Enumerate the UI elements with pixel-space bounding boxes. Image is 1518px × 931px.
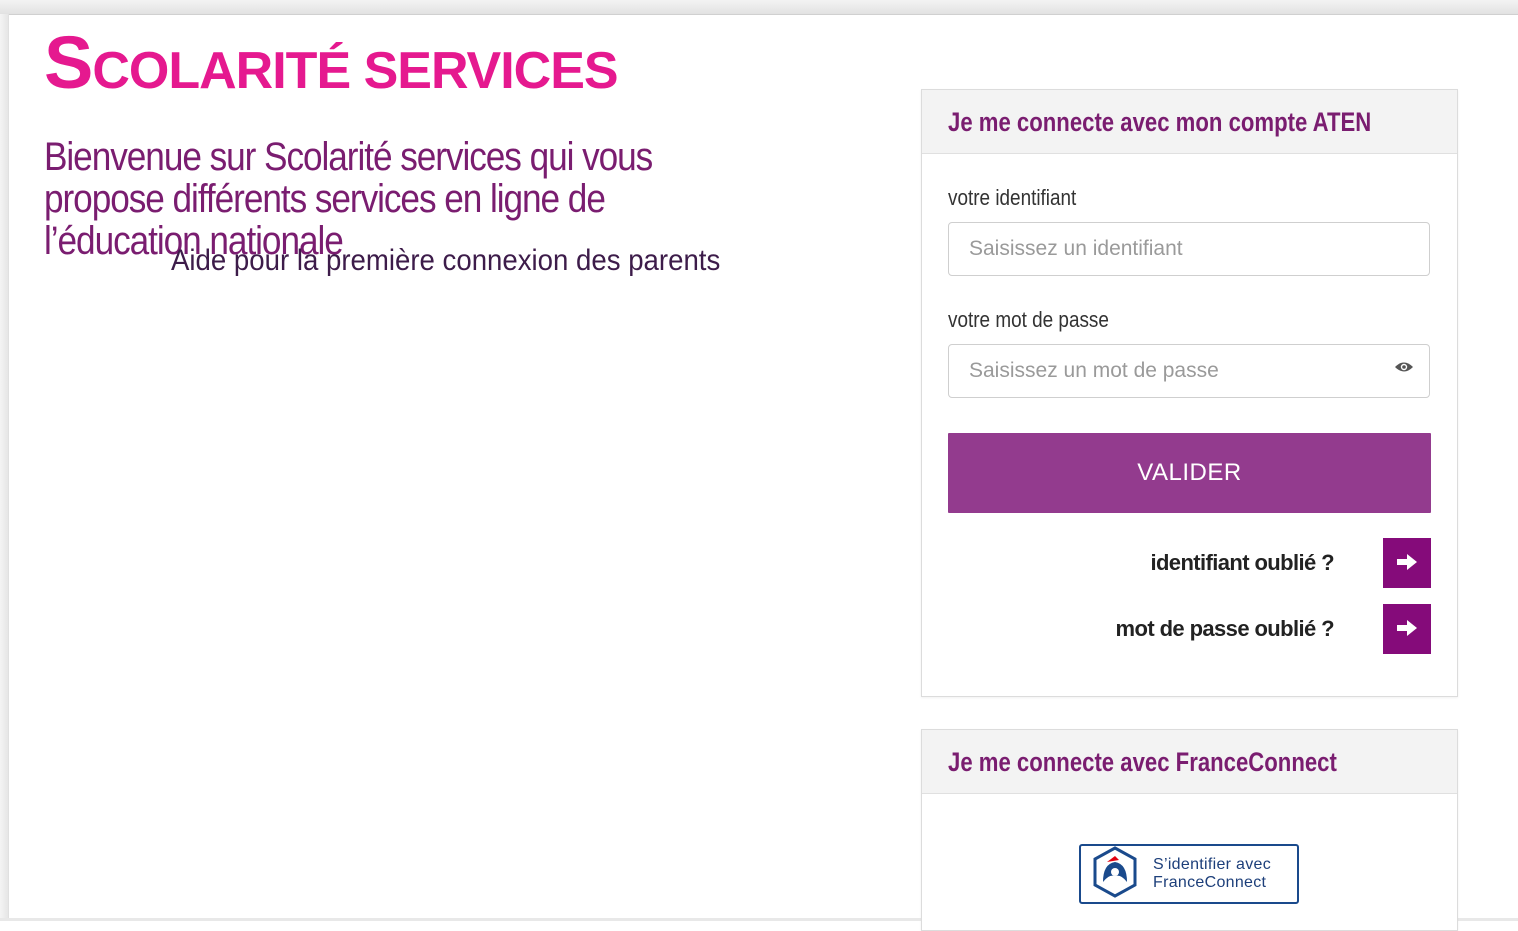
franceconnect-logo-icon: [1089, 845, 1141, 903]
eye-icon[interactable]: [1394, 360, 1414, 374]
logo-initial: S: [44, 21, 93, 104]
franceconnect-button-line2: FranceConnect: [1153, 874, 1267, 891]
site-logo[interactable]: SCOLARITÉ SERVICES: [44, 26, 619, 100]
franceconnect-panel-header: Je me connecte avec FranceConnect: [922, 730, 1457, 794]
browser-frame-top: [0, 0, 1518, 15]
logo-text: COLARITÉ SERVICES: [92, 42, 618, 100]
password-label: votre mot de passe: [948, 307, 1109, 332]
arrow-right-icon: [1396, 553, 1418, 574]
forgot-password-row: mot de passe oublié ?: [1116, 604, 1431, 654]
username-label: votre identifiant: [948, 185, 1077, 210]
aten-panel-title: Je me connecte avec mon compte ATEN: [948, 107, 1372, 137]
first-connection-help-link[interactable]: Aide pour la première connexion des pare…: [171, 244, 720, 278]
franceconnect-button-text: S’identifier avec FranceConnect: [1153, 856, 1271, 892]
franceconnect-panel: Je me connecte avec FranceConnect S’iden…: [921, 729, 1458, 931]
username-input[interactable]: [948, 222, 1430, 276]
forgot-username-link[interactable]: identifiant oublié ?: [1150, 550, 1334, 576]
forgot-password-arrow-button[interactable]: [1383, 604, 1431, 654]
forgot-username-arrow-button[interactable]: [1383, 538, 1431, 588]
aten-panel-header: Je me connecte avec mon compte ATEN: [922, 90, 1457, 154]
browser-frame-left: [0, 14, 9, 921]
arrow-right-icon: [1396, 619, 1418, 640]
franceconnect-button[interactable]: S’identifier avec FranceConnect: [1079, 844, 1299, 904]
forgot-username-row: identifiant oublié ?: [1150, 538, 1431, 588]
franceconnect-panel-title: Je me connecte avec FranceConnect: [948, 747, 1337, 777]
forgot-password-link[interactable]: mot de passe oublié ?: [1116, 616, 1335, 642]
validate-button[interactable]: VALIDER: [948, 433, 1431, 513]
franceconnect-button-line1: S’identifier avec: [1153, 856, 1272, 873]
aten-login-panel: Je me connecte avec mon compte ATEN votr…: [921, 89, 1458, 697]
password-input[interactable]: [948, 344, 1430, 398]
